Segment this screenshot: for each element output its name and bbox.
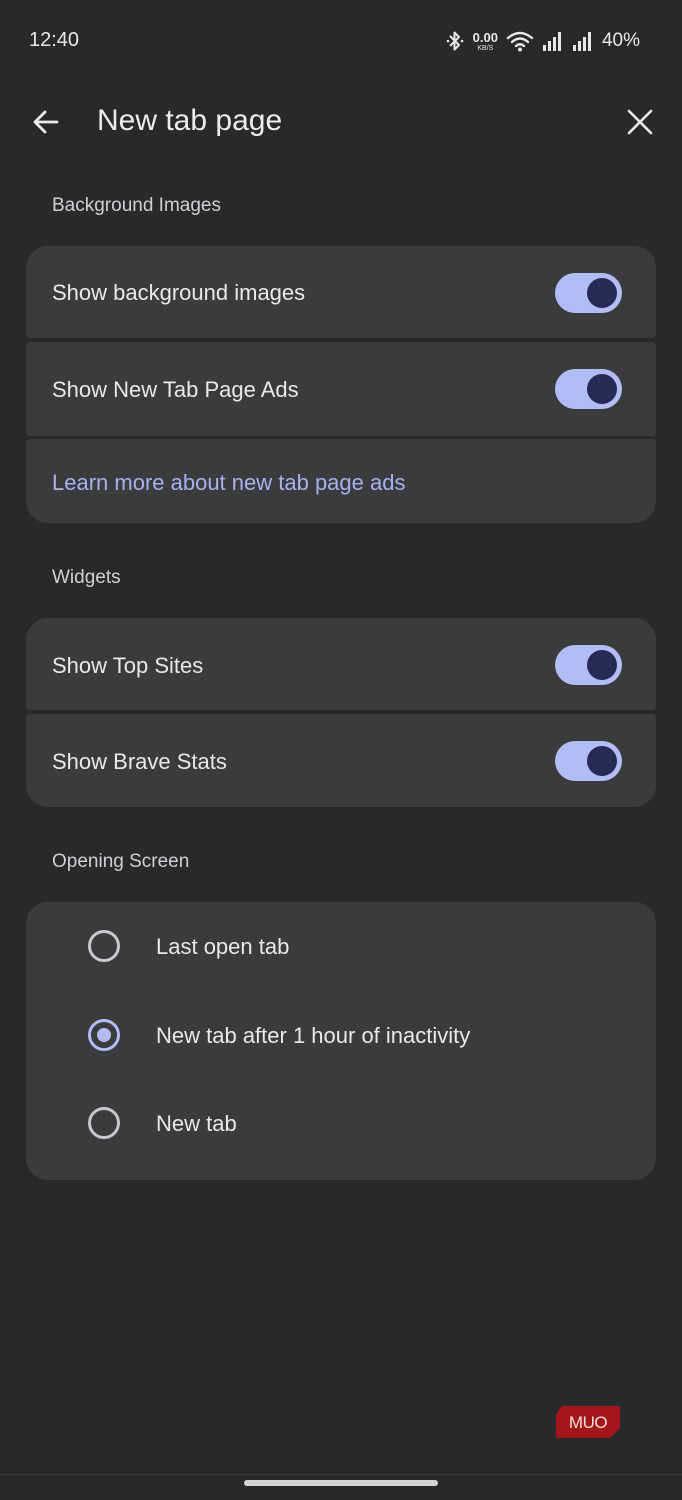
status-bar: 12:40 0.00 KB/S 40% (0, 0, 682, 80)
network-speed-value: 0.00 (472, 29, 498, 45)
toggle-knob (587, 278, 617, 308)
toggle-show-top-sites[interactable] (555, 645, 622, 685)
learn-more-card: Learn more about new tab page ads (26, 439, 656, 523)
radio-button-selected[interactable] (88, 1019, 120, 1051)
status-icons: 0.00 KB/S 40% (445, 28, 640, 54)
close-icon (627, 109, 653, 135)
radio-option-last-open-tab[interactable]: Last open tab (26, 902, 656, 990)
app-bar: New tab page (0, 90, 682, 154)
nav-bar-divider (0, 1474, 682, 1475)
battery-level: 40% (601, 30, 640, 51)
toggle-knob (587, 374, 617, 404)
setting-label: Show background images (52, 280, 306, 305)
toggle-knob (587, 650, 617, 680)
section-label-opening-screen: Opening Screen (52, 851, 190, 872)
signal-icon (572, 30, 594, 52)
close-button[interactable] (622, 104, 658, 140)
toggle-show-brave-stats[interactable] (555, 741, 622, 781)
muo-watermark-logo: MUO (556, 1406, 620, 1438)
radio-label: New tab (156, 1111, 237, 1136)
section-label-background-images: Background Images (52, 195, 221, 216)
back-button[interactable] (28, 104, 64, 140)
setting-show-top-sites[interactable]: Show Top Sites (26, 618, 656, 710)
learn-more-link[interactable]: Learn more about new tab page ads (52, 470, 405, 496)
network-speed: 0.00 KB/S (473, 31, 498, 52)
radio-button[interactable] (88, 1107, 120, 1139)
bluetooth-icon (445, 30, 465, 52)
new-tab-page-settings: 12:40 0.00 KB/S 40% New tab page Backgro… (0, 0, 682, 1500)
setting-label: Show Top Sites (52, 653, 204, 678)
radio-option-new-tab-after-inactivity[interactable]: New tab after 1 hour of inactivity (26, 991, 656, 1079)
signal-icon (542, 30, 564, 52)
status-time: 12:40 (29, 29, 80, 51)
page-title: New tab page (97, 104, 283, 137)
network-speed-unit: KB/S (477, 44, 494, 52)
setting-label: Show Brave Stats (52, 749, 227, 774)
toggle-show-new-tab-page-ads[interactable] (555, 369, 622, 409)
section-label-widgets: Widgets (52, 567, 121, 588)
opening-screen-options: Last open tab New tab after 1 hour of in… (26, 902, 656, 1180)
wifi-icon (506, 30, 534, 52)
radio-option-new-tab[interactable]: New tab (26, 1079, 656, 1167)
radio-label: Last open tab (156, 934, 290, 959)
radio-button[interactable] (88, 930, 120, 962)
setting-show-background-images[interactable]: Show background images (26, 246, 656, 338)
setting-show-new-tab-page-ads[interactable]: Show New Tab Page Ads (26, 342, 656, 436)
arrow-left-icon (33, 110, 59, 134)
radio-label: New tab after 1 hour of inactivity (156, 1023, 471, 1048)
setting-label: Show New Tab Page Ads (52, 377, 299, 402)
setting-show-brave-stats[interactable]: Show Brave Stats (26, 714, 656, 807)
home-indicator[interactable] (244, 1480, 438, 1486)
toggle-show-background-images[interactable] (555, 273, 622, 313)
toggle-knob (587, 746, 617, 776)
svg-text:MUO: MUO (569, 1413, 607, 1432)
